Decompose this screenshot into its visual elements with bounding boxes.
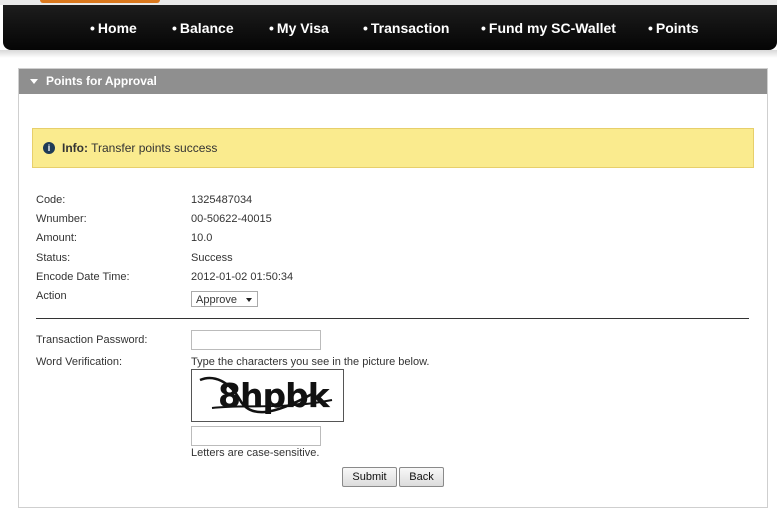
panel-title: Points for Approval — [46, 74, 157, 88]
nav-bullet: • — [269, 20, 274, 36]
code-label: Code: — [36, 194, 66, 206]
code-value: 1325487034 — [191, 194, 253, 206]
captcha-drawing: 8hpbk — [199, 376, 333, 415]
verification-instruction: Type the characters you see in the pictu… — [191, 356, 430, 368]
nav-home-label: Home — [97, 20, 137, 36]
nav-transaction-label: Transaction — [370, 20, 450, 36]
nav-fund-wallet-label: Fund my SC-Wallet — [488, 20, 616, 36]
back-button[interactable]: Back — [399, 467, 444, 487]
nav-bullet: • — [648, 20, 653, 36]
nav-fund-wallet[interactable]: • Fund my SC-Wallet — [481, 19, 616, 37]
main-nav: • Home • Balance • My Visa • Transaction • Fu… — [3, 5, 777, 50]
word-verification-label: Word Verification: — [36, 356, 123, 368]
info-icon: i — [43, 142, 55, 154]
panel-header[interactable]: Points for Approval — [19, 69, 767, 94]
brand-accent — [40, 0, 160, 3]
action-select[interactable]: Approve — [191, 291, 258, 307]
nav-home[interactable]: • Home — [90, 19, 137, 37]
transaction-password-label: Transaction Password: — [36, 334, 148, 346]
encode-date-value: 2012-01-02 01:50:34 — [191, 271, 294, 283]
amount-value: 10.0 — [191, 232, 213, 244]
info-prefix: Info: — [62, 141, 88, 155]
nav-transaction[interactable]: • Transaction — [363, 19, 450, 37]
collapse-triangle-icon[interactable] — [30, 79, 38, 84]
points-approval-panel: Points for Approval i Info: Transfer poi… — [18, 68, 768, 508]
nav-my-visa-label: My Visa — [276, 20, 329, 36]
info-text: Info: Transfer points success — [62, 129, 217, 167]
action-selected-value: Approve — [196, 294, 237, 306]
info-message: i Info: Transfer points success — [32, 128, 754, 168]
nav-bullet: • — [481, 20, 486, 36]
wnumber-label: Wnumber: — [36, 213, 87, 225]
nav-points-label: Points — [655, 20, 699, 36]
status-value: Success — [191, 252, 233, 264]
word-verification-input[interactable] — [191, 426, 321, 446]
nav-points[interactable]: • Points — [648, 19, 699, 37]
info-message-text: Transfer points success — [91, 141, 218, 155]
captcha-text: 8hpbk — [218, 376, 331, 415]
nav-balance-label: Balance — [179, 20, 234, 36]
nav-shadow — [0, 50, 777, 58]
nav-bullet: • — [363, 20, 368, 36]
amount-label: Amount: — [36, 232, 77, 244]
transaction-password-input[interactable] — [191, 330, 321, 350]
nav-balance[interactable]: • Balance — [172, 19, 234, 37]
submit-button[interactable]: Submit — [342, 467, 397, 487]
nav-bullet: • — [172, 20, 177, 36]
dropdown-arrow-icon — [246, 298, 252, 302]
wnumber-value: 00-50622-40015 — [191, 213, 272, 225]
status-label: Status: — [36, 252, 71, 264]
nav-bullet: • — [90, 20, 95, 36]
case-sensitive-note: Letters are case-sensitive. — [191, 447, 320, 459]
section-divider — [36, 318, 749, 319]
encode-date-label: Encode Date Time: — [36, 271, 130, 283]
nav-my-visa[interactable]: • My Visa — [269, 19, 329, 37]
action-label: Action — [36, 290, 67, 302]
captcha-image: 8hpbk — [191, 369, 344, 422]
